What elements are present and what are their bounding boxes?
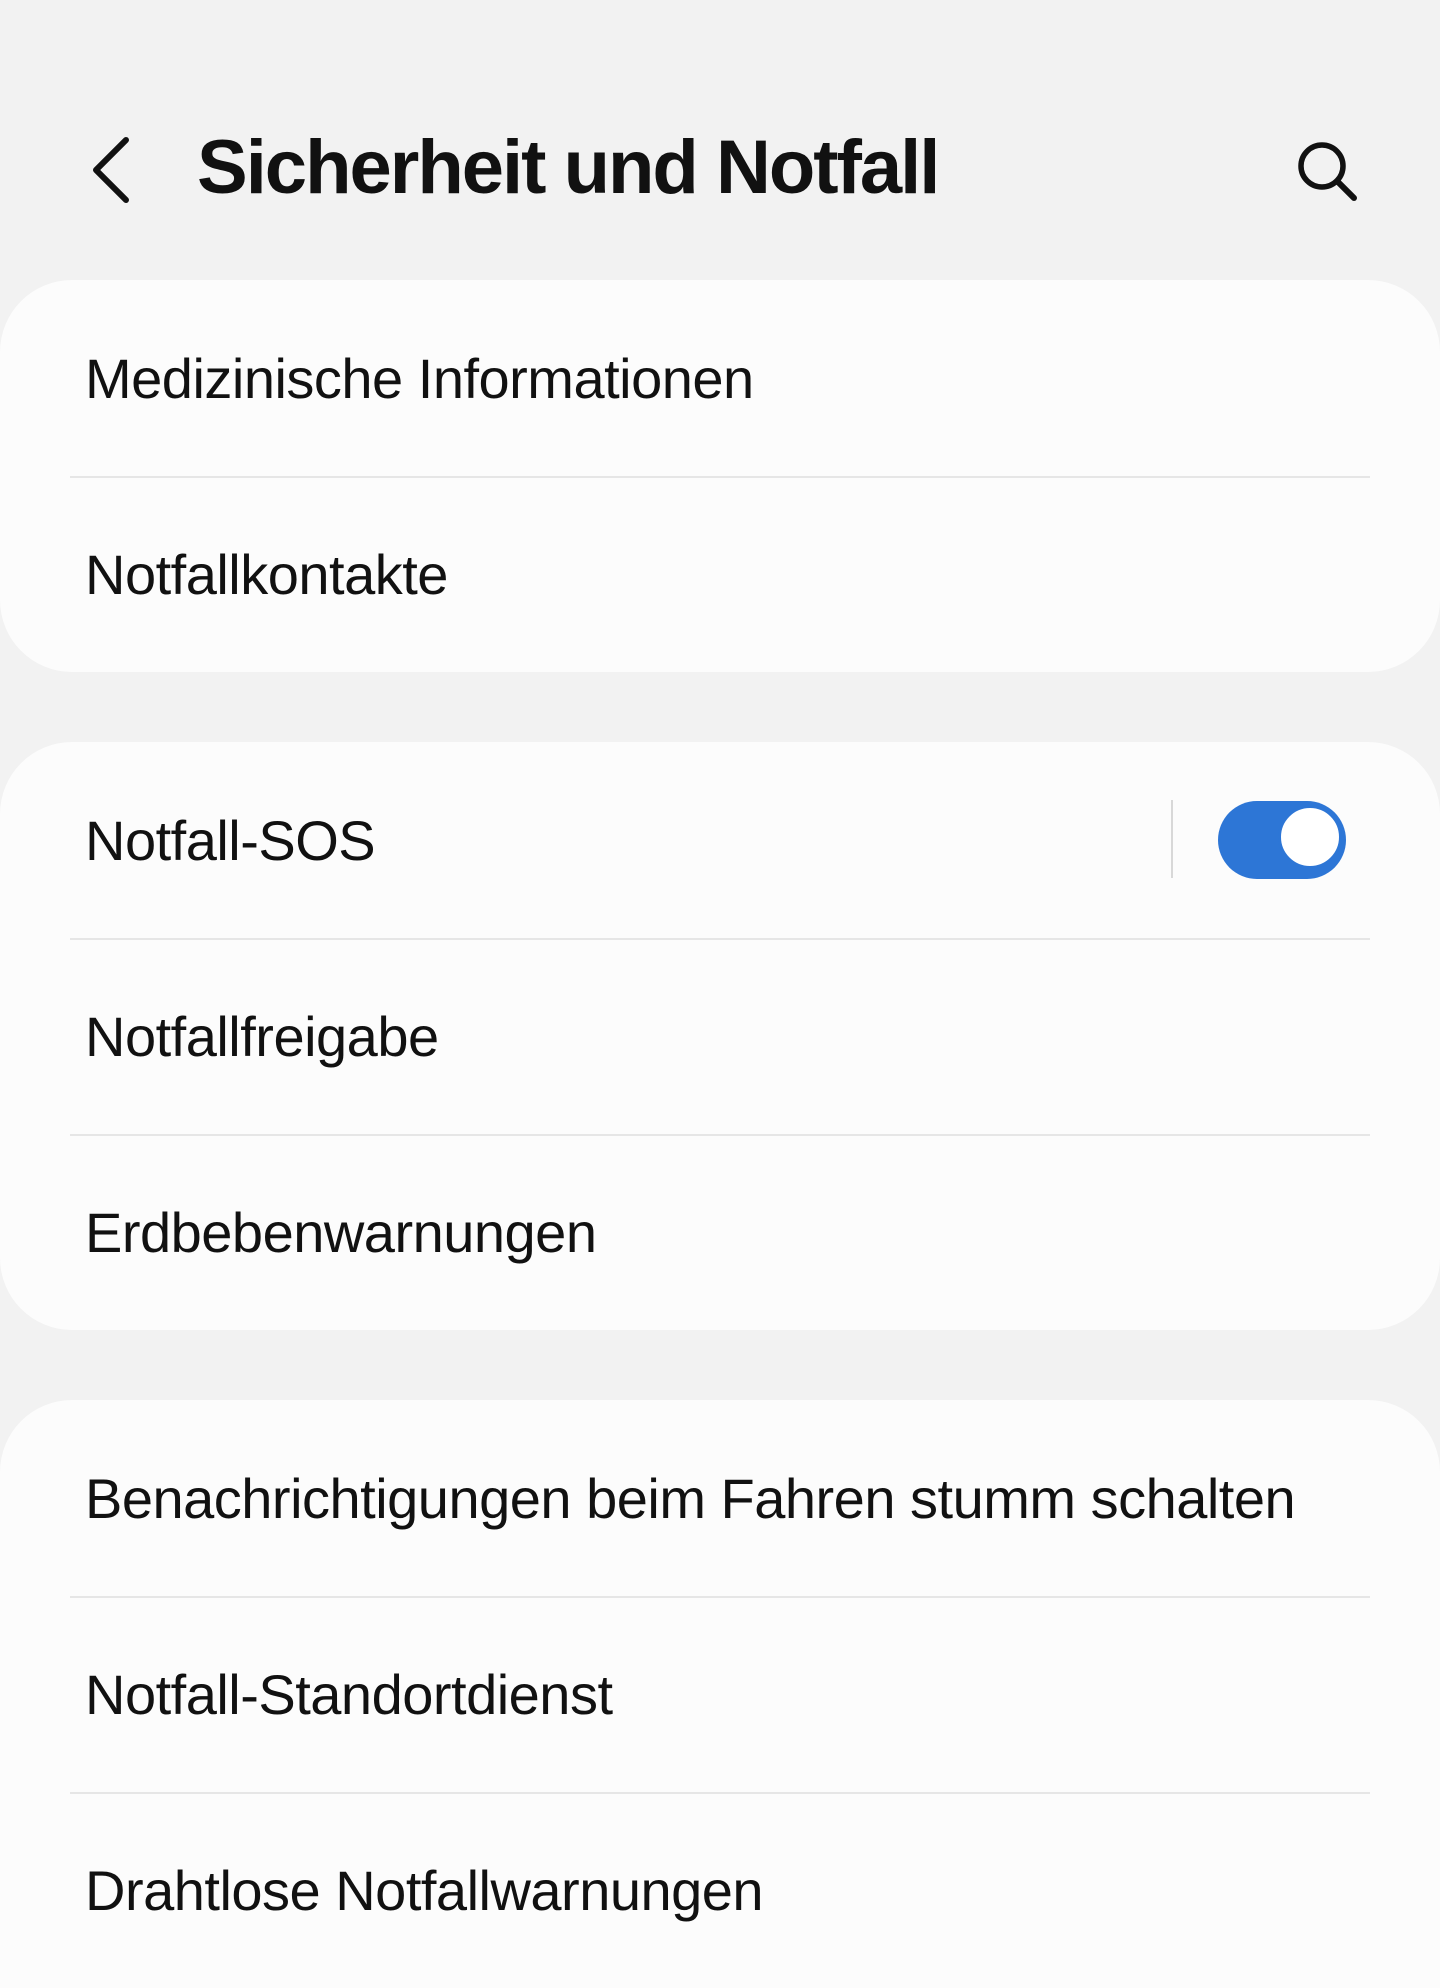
search-icon	[1298, 142, 1357, 201]
chevron-left-icon	[93, 137, 129, 203]
menu-item-emergency-location-service[interactable]: Notfall-Standortdienst	[0, 1596, 1440, 1792]
toggle-knob	[1278, 805, 1342, 869]
menu-item-wireless-emergency-alerts[interactable]: Drahtlose Notfallwarnungen	[0, 1792, 1440, 1988]
menu-item-emergency-sharing[interactable]: Notfallfreigabe	[0, 938, 1440, 1134]
menu-item-label: Erdbebenwarnungen	[85, 1200, 597, 1264]
settings-group-services: Benachrichtigungen beim Fahren stumm sch…	[0, 1400, 1440, 1988]
menu-item-emergency-contacts[interactable]: Notfallkontakte	[0, 476, 1440, 672]
menu-item-medical-info[interactable]: Medizinische Informationen	[0, 280, 1440, 476]
vertical-divider	[1171, 800, 1173, 878]
settings-group-medical: Medizinische Informationen Notfallkontak…	[0, 280, 1440, 672]
menu-item-earthquake-alerts[interactable]: Erdbebenwarnungen	[0, 1134, 1440, 1330]
menu-item-label: Medizinische Informationen	[85, 346, 754, 410]
app-bar: Sicherheit und Notfall	[0, 0, 1440, 280]
menu-item-label: Notfall-Standortdienst	[85, 1662, 613, 1726]
menu-item-mute-driving-notifications[interactable]: Benachrichtigungen beim Fahren stumm sch…	[0, 1400, 1440, 1596]
search-button[interactable]	[1280, 126, 1374, 216]
settings-group-emergency: Notfall-SOS Notfallfreigabe Erdbebenwarn…	[0, 742, 1440, 1330]
menu-item-label: Notfallfreigabe	[85, 1004, 439, 1068]
menu-item-label: Notfall-SOS	[85, 808, 376, 872]
menu-item-emergency-sos[interactable]: Notfall-SOS	[0, 742, 1440, 938]
menu-item-label: Benachrichtigungen beim Fahren stumm sch…	[85, 1466, 1296, 1530]
menu-item-label: Drahtlose Notfallwarnungen	[85, 1858, 764, 1922]
emergency-sos-toggle[interactable]	[1218, 801, 1346, 879]
menu-item-label: Notfallkontakte	[85, 542, 448, 606]
back-button[interactable]	[70, 120, 150, 220]
page-title: Sicherheit und Notfall	[197, 125, 940, 210]
